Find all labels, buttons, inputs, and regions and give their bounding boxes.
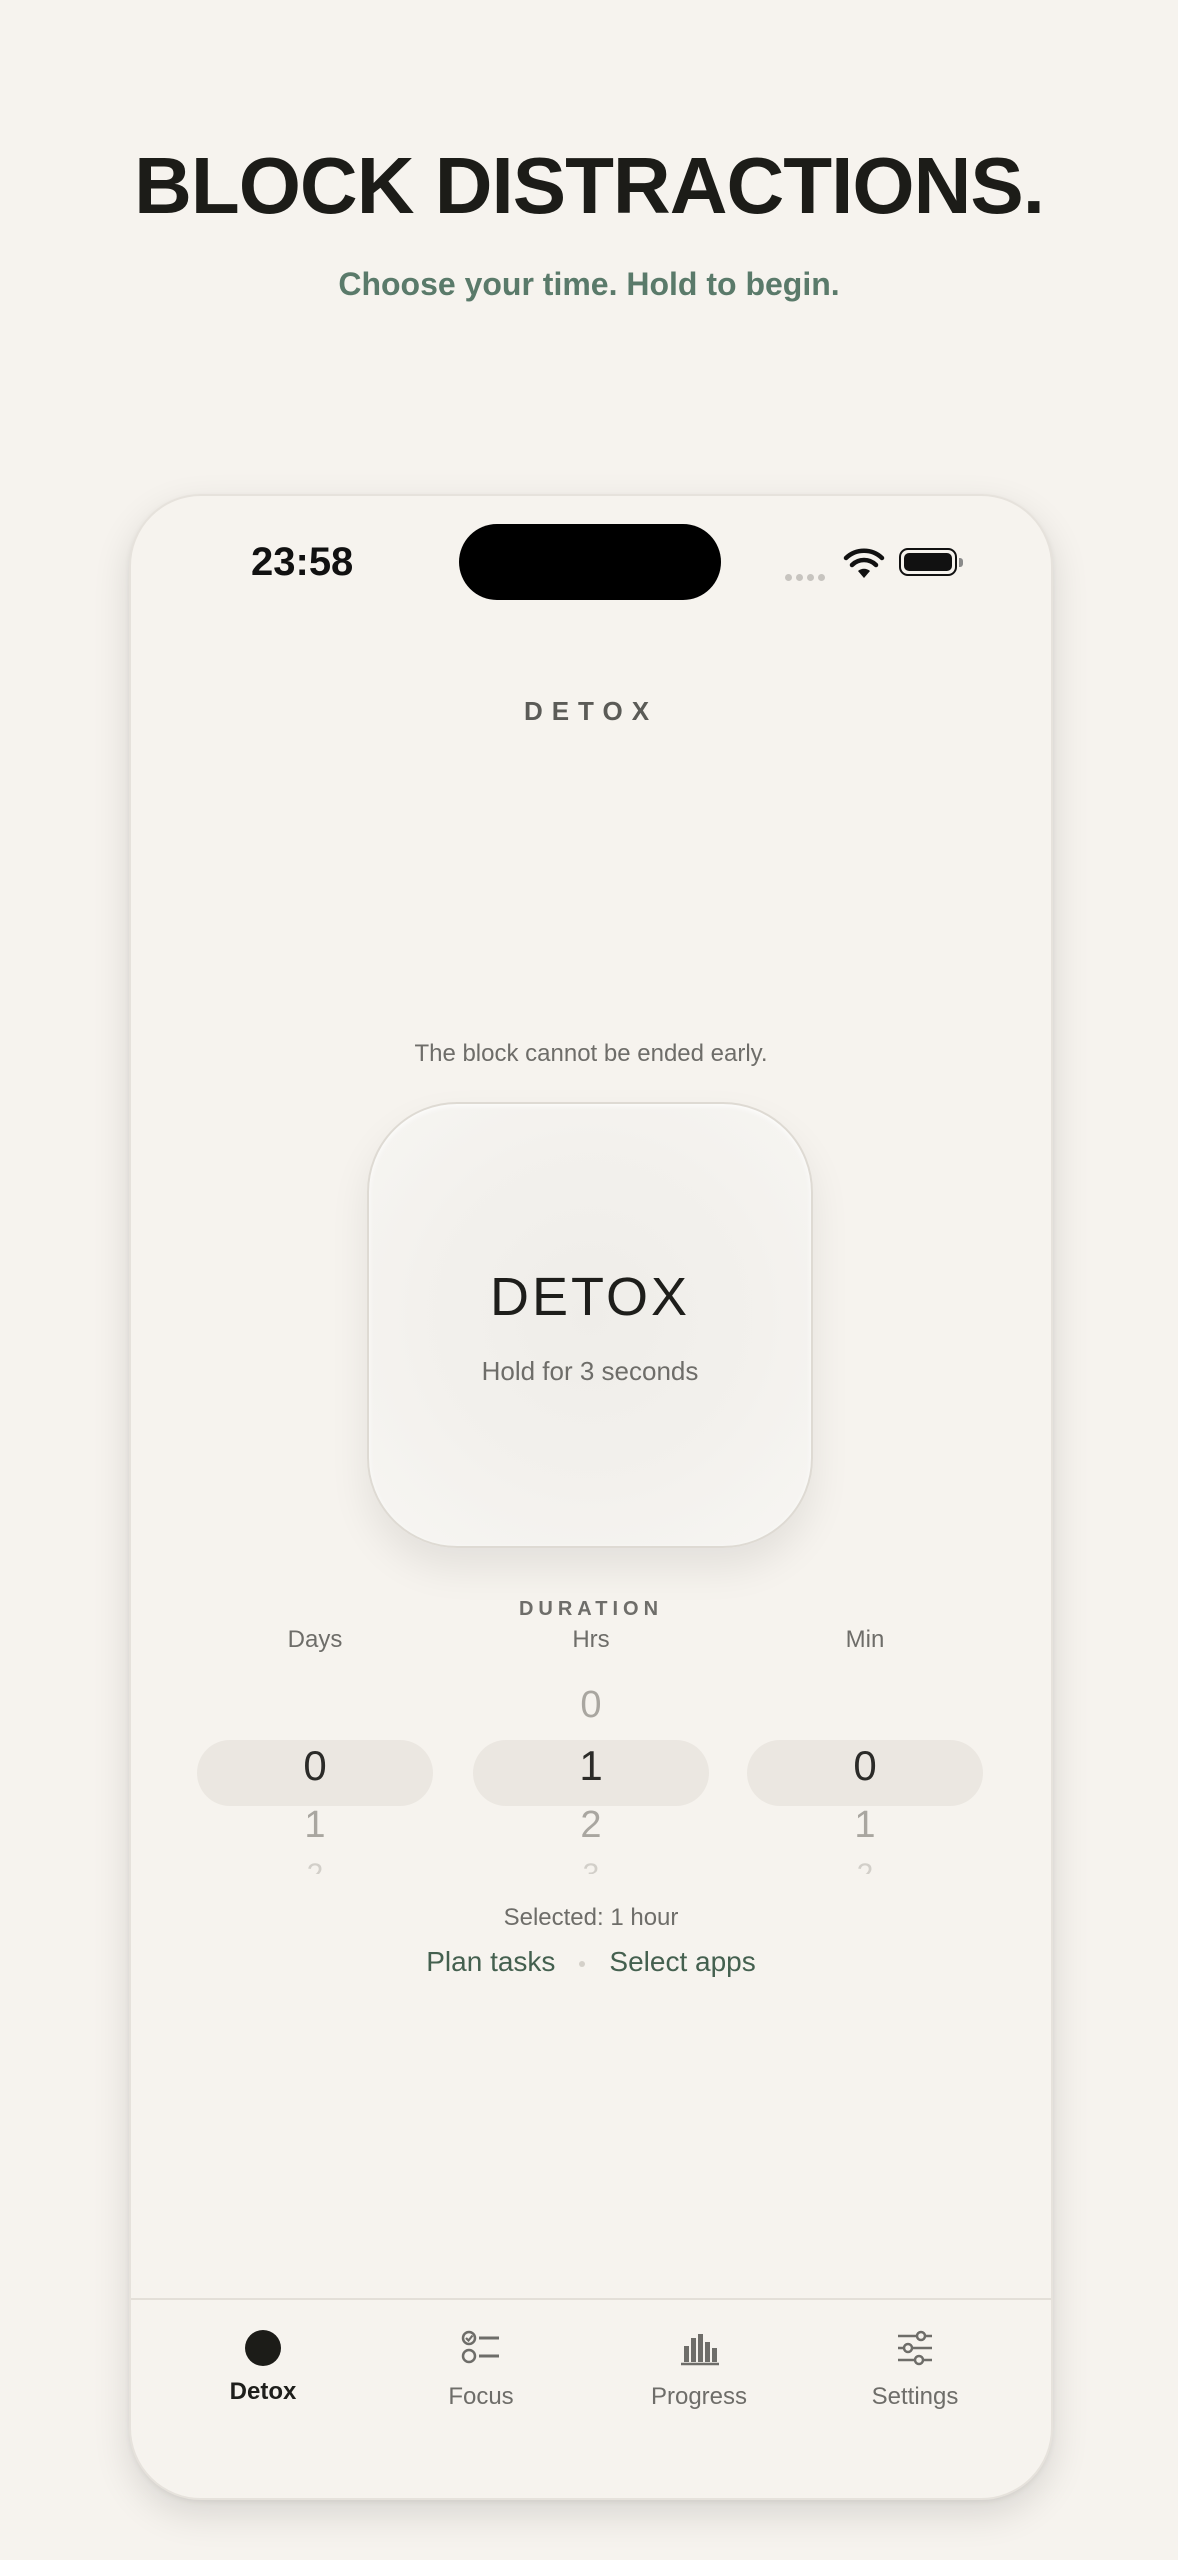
dynamic-island — [459, 524, 721, 600]
hours-previous-value[interactable]: 0 — [473, 1684, 709, 1727]
days-selected-value: 0 — [303, 1742, 327, 1789]
separator-dot — [579, 1960, 586, 1967]
page-subheadline: Choose your time. Hold to begin. — [338, 266, 840, 302]
minutes-next-value[interactable]: 1 — [747, 1804, 983, 1847]
minutes-faded-value: 2 — [747, 1858, 983, 1874]
days-faded-value: 2 — [197, 1858, 433, 1874]
hours-selected-value: 1 — [579, 1742, 603, 1789]
checklist-icon — [461, 2330, 499, 2364]
action-links: Plan tasks Select apps — [131, 1946, 1051, 1978]
select-apps-link[interactable]: Select apps — [609, 1946, 755, 1977]
hours-next-value[interactable]: 2 — [473, 1804, 709, 1847]
duration-label: DURATION — [518, 1598, 664, 1620]
block-warning: The block cannot be ended early. — [414, 1040, 768, 1067]
hours-faded-value: 3 — [473, 1858, 709, 1874]
tab-settings-label: Settings — [871, 2383, 959, 2410]
selected-duration: Selected: 1 hour — [503, 1904, 679, 1931]
minutes-selected-value: 0 — [853, 1742, 877, 1789]
tab-detox-label: Detox — [229, 2378, 297, 2405]
days-next-value[interactable]: 1 — [197, 1804, 433, 1847]
hours-label: Hrs — [572, 1626, 610, 1653]
tab-bar: Detox Focus Progress Settings — [131, 2298, 1051, 2498]
tab-progress-label: Progress — [650, 2383, 748, 2410]
plan-tasks-link[interactable]: Plan tasks — [426, 1946, 555, 1977]
page-headline: BLOCK DISTRACTIONS. — [134, 141, 1045, 230]
battery-icon — [899, 548, 963, 576]
cellular-signal-icon — [785, 568, 833, 581]
phone-frame: 23:58 DETOX The block cannot be ended ea… — [129, 494, 1053, 2500]
tab-progress[interactable]: Progress — [599, 2328, 799, 2411]
wifi-icon — [843, 548, 885, 578]
nav-title: DETOX — [523, 696, 659, 726]
hold-to-detox-button[interactable]: DETOX Hold for 3 seconds — [367, 1102, 813, 1548]
detox-button-label: DETOX — [489, 1267, 691, 1327]
status-time: 23:58 — [251, 540, 354, 584]
hold-hint: Hold for 3 seconds — [481, 1356, 699, 1386]
bar-chart-icon — [681, 2334, 719, 2366]
minutes-label: Min — [845, 1626, 885, 1653]
tab-detox[interactable]: Detox — [163, 2328, 363, 2406]
sliders-icon — [898, 2330, 932, 2366]
tab-focus-label: Focus — [448, 2383, 514, 2410]
tab-focus[interactable]: Focus — [381, 2328, 581, 2411]
days-label: Days — [287, 1626, 343, 1653]
tab-settings[interactable]: Settings — [815, 2328, 1015, 2411]
circle-icon — [243, 2328, 283, 2368]
